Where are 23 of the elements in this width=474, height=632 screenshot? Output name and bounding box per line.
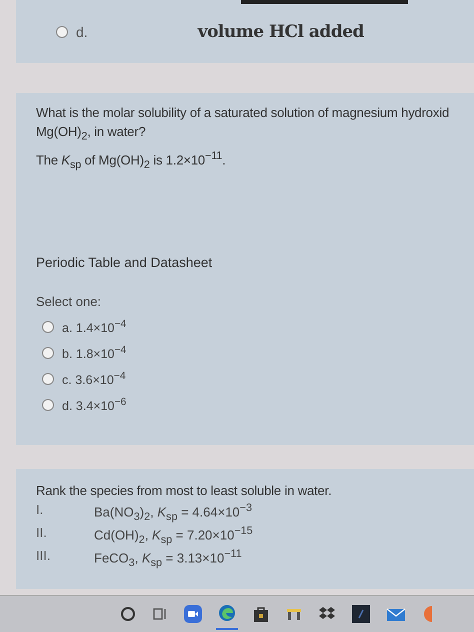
option-label: d. 3.4×10$^{−6}$ bbox=[62, 396, 126, 414]
question-text: What is the molar solubility of a saturated solution of magnesium hydroxid bbox=[36, 104, 450, 122]
datasheet-link[interactable]: Periodic Table and Datasheet bbox=[36, 254, 212, 270]
item-numeral: II. bbox=[36, 524, 48, 542]
item-text: Ba(NO$_{3}$)$_{2}$, K$_{sp}$ = 4.64×10$^{−3}$ bbox=[94, 502, 252, 523]
chart-axis-label: volume HCl added bbox=[198, 22, 364, 42]
radio-button[interactable] bbox=[42, 346, 54, 359]
item-numeral: III. bbox=[36, 548, 52, 565]
radio-button[interactable] bbox=[42, 320, 54, 333]
radio-button[interactable] bbox=[42, 372, 54, 385]
radio-button[interactable] bbox=[56, 26, 68, 38]
option-label: a. 1.4×10$^{−4}$ bbox=[62, 318, 126, 335]
question-text: The K$_{sp}$ of Mg(OH)$_{2}$ is 1.2×10$^{−11}$. bbox=[36, 148, 227, 173]
item-text: FeCO$_{3}$, K$_{sp}$ = 3.13×10$^{−11}$ bbox=[94, 548, 242, 569]
option-label: b. 1.8×10$^{−4}$ bbox=[62, 344, 126, 361]
option-label: d. bbox=[76, 24, 88, 40]
item-text: Cd(OH)$_{2}$, K$_{sp}$ = 7.20×10$^{−15}$ bbox=[94, 524, 253, 546]
option-label: c. 3.6×10$^{−4}$ bbox=[62, 370, 126, 387]
question-text: Rank the species from most to least soluble in water. bbox=[36, 482, 333, 500]
select-prompt: Select one: bbox=[36, 294, 102, 309]
question-text: Mg(OH)$_{2}$, in water? bbox=[36, 123, 147, 145]
item-numeral: I. bbox=[36, 502, 44, 519]
radio-button[interactable] bbox=[42, 399, 54, 412]
